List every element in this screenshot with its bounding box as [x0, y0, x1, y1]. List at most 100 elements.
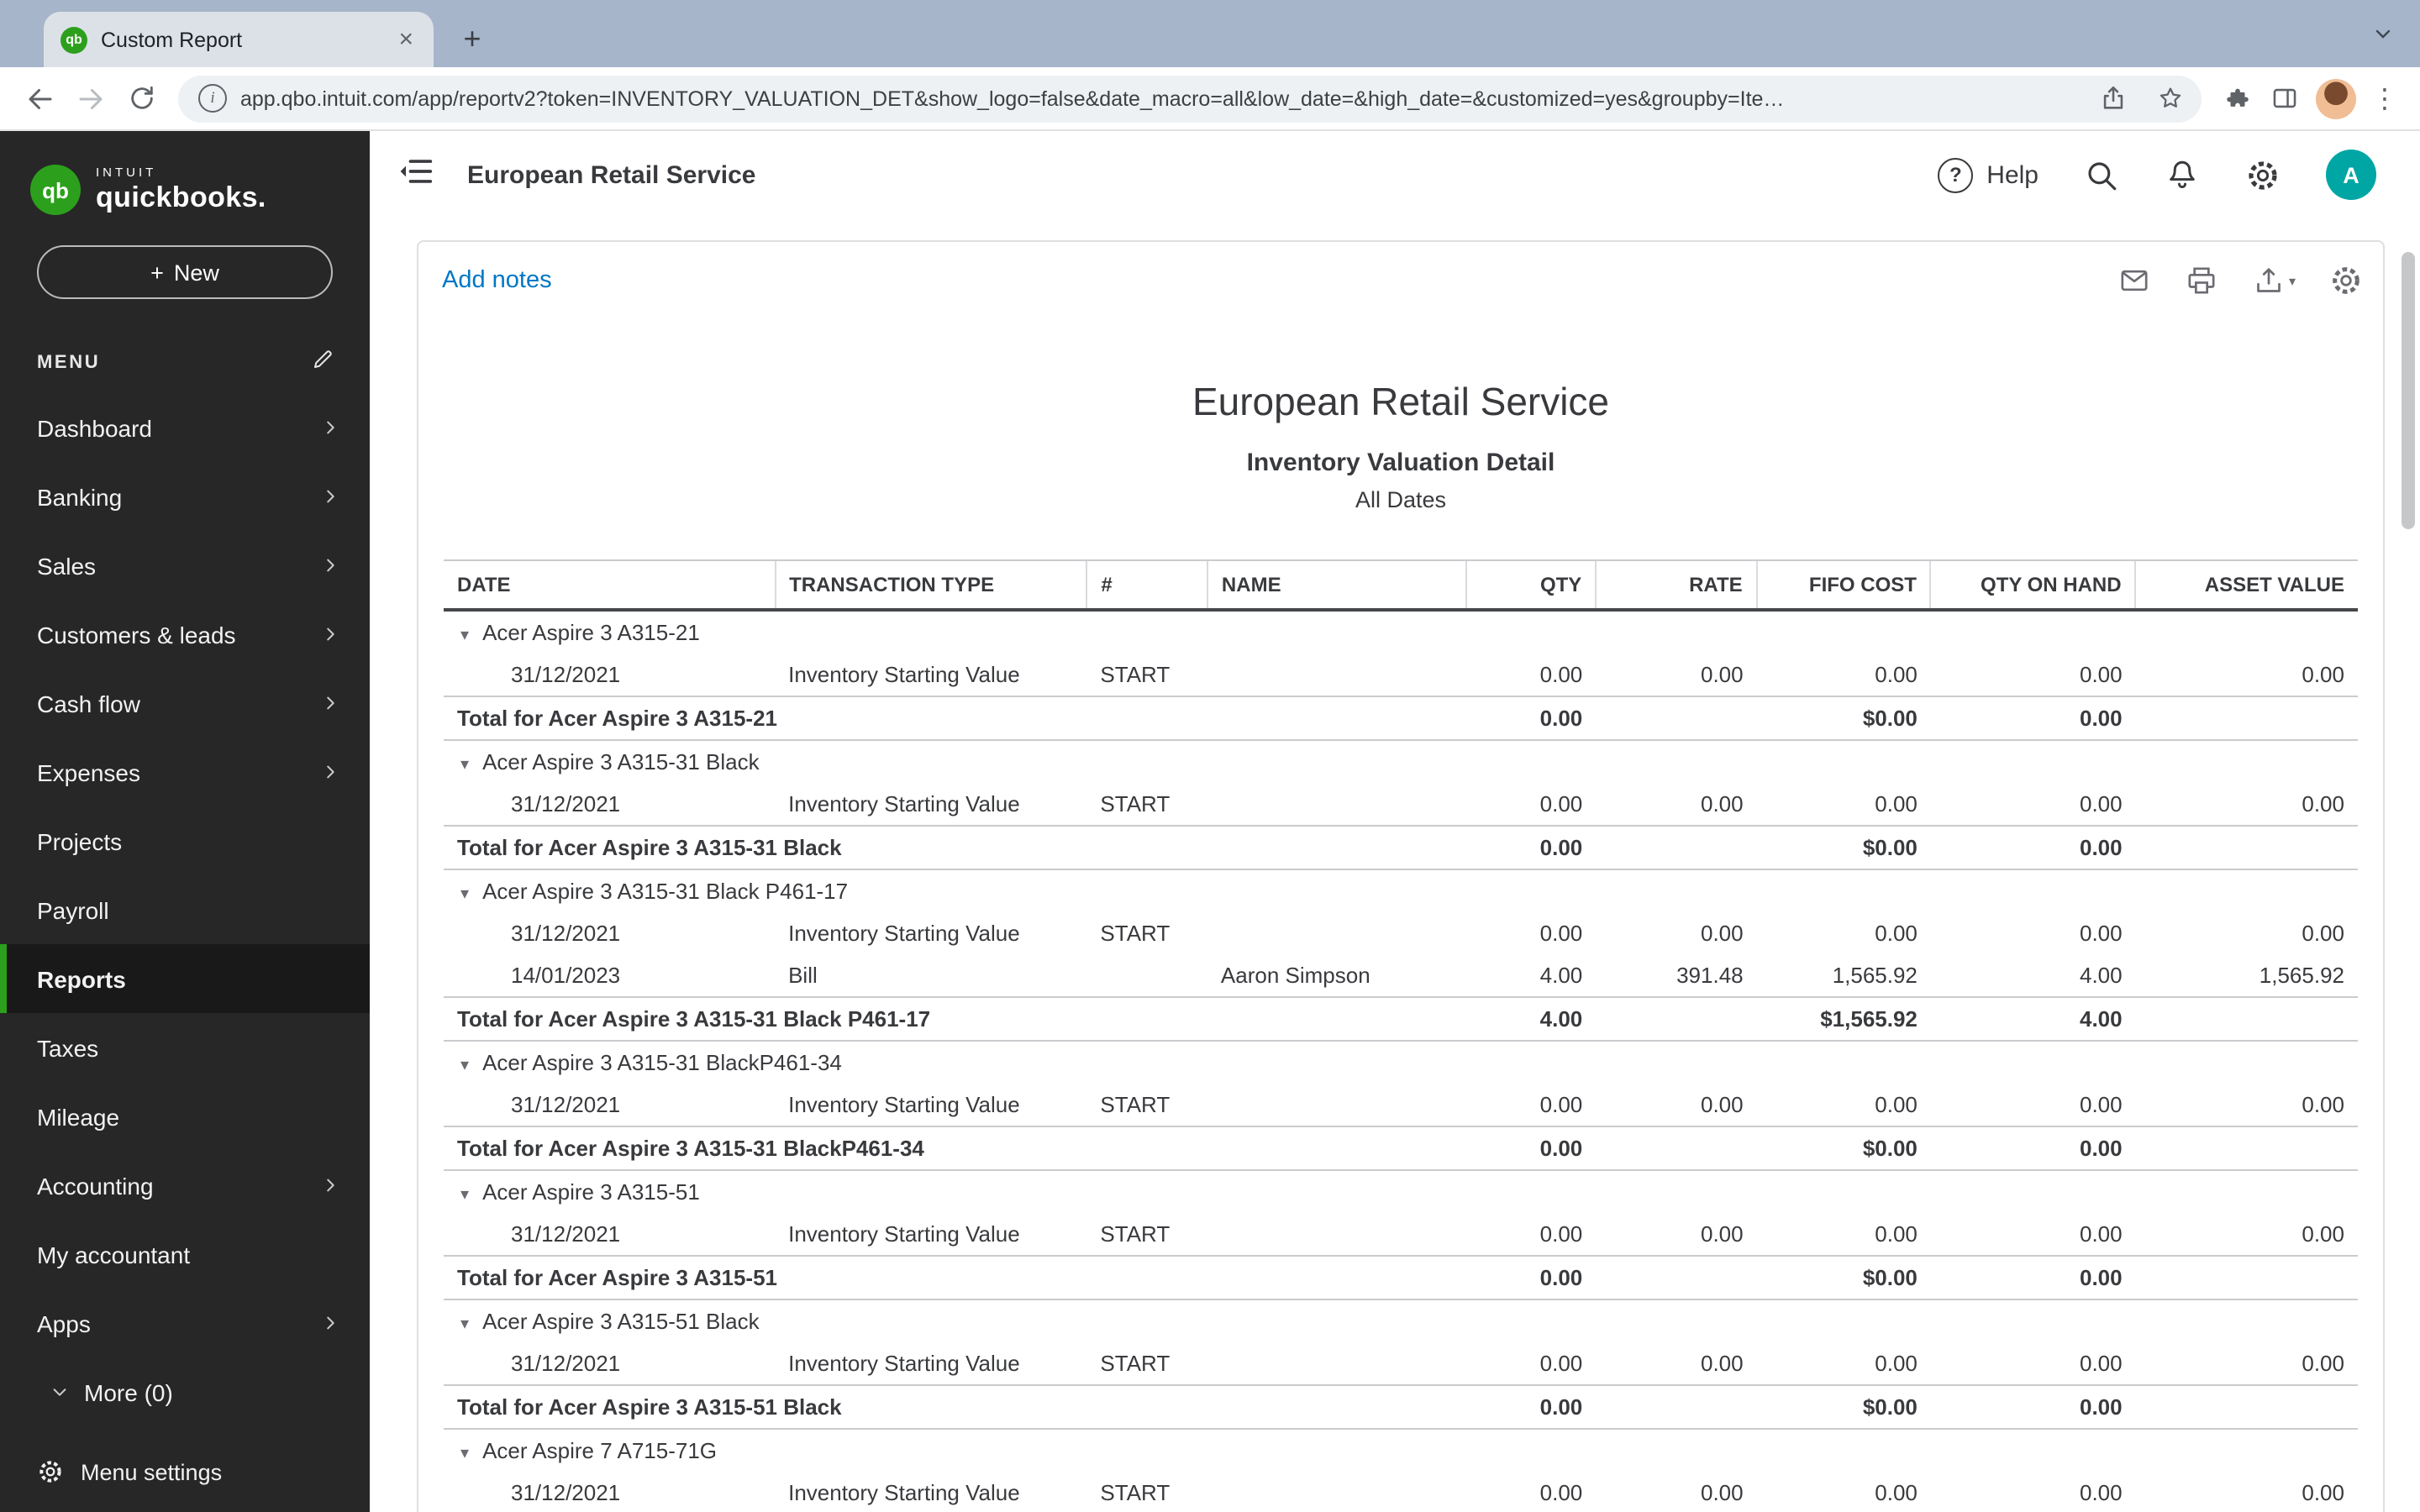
- sidebar-item-projects[interactable]: Projects: [0, 806, 370, 875]
- collapse-triangle-icon[interactable]: ▾: [460, 1057, 469, 1075]
- export-dropdown-caret-icon: ▾: [2288, 273, 2296, 288]
- cell-name: Aaron Simpson: [1220, 963, 1370, 988]
- print-icon[interactable]: [2185, 264, 2218, 297]
- report-subtitle: Inventory Valuation Detail: [1246, 449, 1555, 477]
- extensions-puzzle-icon[interactable]: [2215, 76, 2259, 120]
- report-table-header-row: DATE TRANSACTION TYPE # NAME QTY RATE FIFO COS…: [444, 559, 2358, 612]
- browser-tab[interactable]: qb Custom Report ×: [44, 12, 434, 67]
- group-row[interactable]: ▾ Acer Aspire 3 A315-21: [444, 610, 2358, 654]
- forward-button[interactable]: [67, 75, 114, 122]
- new-button-label: New: [173, 260, 219, 285]
- search-icon[interactable]: [2084, 157, 2119, 192]
- help-button[interactable]: ? Help: [1938, 157, 2039, 192]
- sidebar-item-payroll[interactable]: Payroll: [0, 875, 370, 944]
- refresh-button[interactable]: [118, 75, 165, 122]
- edit-menu-pencil-icon[interactable]: [311, 346, 336, 380]
- menu-settings-button[interactable]: Menu settings: [0, 1458, 370, 1485]
- cell-transaction-type: Inventory Starting Value: [788, 1092, 1020, 1117]
- bookmark-star-icon[interactable]: [2148, 76, 2191, 120]
- export-icon[interactable]: ▾: [2252, 264, 2296, 297]
- cell-num: START: [1100, 1221, 1171, 1247]
- browser-menu-kebab-icon[interactable]: ⋮: [2366, 81, 2403, 115]
- table-row[interactable]: 31/12/2021 Inventory Starting Value START 0…: [444, 912, 2358, 954]
- cell-num: START: [1100, 662, 1171, 687]
- sidebar-item-taxes[interactable]: Taxes: [0, 1013, 370, 1082]
- group-name: Acer Aspire 3 A315-51 Black: [482, 1309, 760, 1334]
- table-row[interactable]: 31/12/2021 Inventory Starting Value START 0…: [444, 654, 2358, 696]
- tab-close-icon[interactable]: ×: [395, 27, 417, 52]
- notifications-bell-icon[interactable]: [2165, 157, 2200, 192]
- group-name: Acer Aspire 3 A315-31 BlackP461-34: [482, 1050, 842, 1075]
- collapse-triangle-icon[interactable]: ▾: [460, 756, 469, 774]
- sidebar-item-my-accountant[interactable]: My accountant: [0, 1220, 370, 1289]
- browser-profile-avatar[interactable]: [2316, 78, 2356, 118]
- group-row[interactable]: ▾ Acer Aspire 3 A315-51 Black: [444, 1299, 2358, 1342]
- table-row[interactable]: 31/12/2021 Inventory Starting Value START 0…: [444, 1342, 2358, 1385]
- tabstrip-chevron-down-icon[interactable]: [2373, 22, 2393, 52]
- new-tab-button[interactable]: +: [450, 17, 494, 60]
- table-row[interactable]: 31/12/2021 Inventory Starting Value START 0…: [444, 1472, 2358, 1512]
- sidebar-item-cash-flow[interactable]: Cash flow: [0, 669, 370, 738]
- total-rate: [1596, 1126, 1757, 1171]
- sidebar-item-accounting[interactable]: Accounting: [0, 1151, 370, 1220]
- collapse-sidebar-icon[interactable]: [397, 152, 434, 197]
- chevron-right-icon: [327, 1316, 334, 1330]
- vertical-scrollbar-thumb[interactable]: [2402, 252, 2415, 529]
- collapse-triangle-icon[interactable]: ▾: [460, 1186, 469, 1205]
- group-row[interactable]: ▾ Acer Aspire 3 A315-31 Black: [444, 740, 2358, 783]
- new-button[interactable]: + New: [37, 245, 333, 299]
- side-panel-icon[interactable]: [2262, 76, 2306, 120]
- quickbooks-logo: qb INTUIT quickbooks.: [0, 131, 370, 215]
- collapse-triangle-icon[interactable]: ▾: [460, 627, 469, 645]
- email-envelope-icon[interactable]: [2118, 264, 2151, 297]
- sidebar-item-dashboard[interactable]: Dashboard: [0, 393, 370, 462]
- sidebar-item-apps[interactable]: Apps: [0, 1289, 370, 1357]
- sidebar-item-customers-leads[interactable]: Customers & leads: [0, 600, 370, 669]
- settings-gear-icon[interactable]: [2245, 157, 2281, 192]
- group-row[interactable]: ▾ Acer Aspire 3 A315-31 Black P461-17: [444, 869, 2358, 912]
- share-icon[interactable]: [2091, 76, 2134, 120]
- total-asset-value: [2135, 825, 2358, 870]
- table-row[interactable]: 31/12/2021 Inventory Starting Value START 0…: [444, 1213, 2358, 1256]
- table-row[interactable]: 31/12/2021 Inventory Starting Value START 0…: [444, 1084, 2358, 1126]
- quickbooks-logo-icon: qb: [30, 165, 81, 215]
- user-avatar[interactable]: A: [2326, 150, 2376, 200]
- group-row[interactable]: ▾ Acer Aspire 7 A715-71G: [444, 1429, 2358, 1472]
- app-window: qb INTUIT quickbooks. + New MENU Dashboa…: [0, 131, 2420, 1512]
- total-fifo-cost: $0.00: [1756, 1384, 1931, 1430]
- table-row[interactable]: 31/12/2021 Inventory Starting Value START 0…: [444, 783, 2358, 826]
- back-button[interactable]: [17, 75, 64, 122]
- total-label: Total for Acer Aspire 3 A315-31 Black P4…: [444, 996, 1466, 1042]
- group-row[interactable]: ▾ Acer Aspire 3 A315-51: [444, 1170, 2358, 1213]
- report-settings-gear-icon[interactable]: [2329, 264, 2363, 297]
- cell-fifo-cost: 0.00: [1875, 1092, 1918, 1117]
- cell-transaction-type: Inventory Starting Value: [788, 1351, 1020, 1376]
- cell-name: [1207, 1472, 1466, 1512]
- table-row[interactable]: 14/01/2023 Bill Aaron Simpson 4.00 391.48 1,5…: [444, 954, 2358, 997]
- total-rate: [1596, 825, 1757, 870]
- cell-transaction-type: Inventory Starting Value: [788, 1480, 1020, 1505]
- sidebar-item-sales[interactable]: Sales: [0, 531, 370, 600]
- total-row: Total for Acer Aspire 3 A315-21 0.00 $0.00…: [444, 696, 2358, 741]
- site-info-icon[interactable]: i: [198, 84, 227, 113]
- cell-qty: 0.00: [1539, 1480, 1583, 1505]
- cell-date: 31/12/2021: [511, 1480, 621, 1505]
- cell-qty: 0.00: [1539, 662, 1583, 687]
- sidebar-item-banking[interactable]: Banking: [0, 462, 370, 531]
- cell-asset-value: 0.00: [2302, 1221, 2344, 1247]
- total-rate: [1596, 1384, 1757, 1430]
- report-table: DATE TRANSACTION TYPE # NAME QTY RATE FIFO COS…: [444, 559, 2358, 1512]
- address-bar[interactable]: i app.qbo.intuit.com/app/reportv2?token=…: [178, 75, 2202, 122]
- group-row[interactable]: ▾ Acer Aspire 3 A315-31 BlackP461-34: [444, 1041, 2358, 1084]
- sidebar-item-label: Reports: [37, 965, 126, 992]
- add-notes-link[interactable]: Add notes: [442, 267, 552, 294]
- sidebar-item-mileage[interactable]: Mileage: [0, 1082, 370, 1151]
- sidebar-item-expenses[interactable]: Expenses: [0, 738, 370, 806]
- collapse-triangle-icon[interactable]: ▾: [460, 1445, 469, 1463]
- sidebar-item-reports[interactable]: Reports: [0, 944, 370, 1013]
- report-card: Add notes ▾ European Retail Service Inve…: [417, 240, 2385, 1512]
- sidebar-item-more[interactable]: More (0): [0, 1357, 370, 1426]
- collapse-triangle-icon[interactable]: ▾: [460, 885, 469, 904]
- cell-date: 31/12/2021: [511, 1351, 621, 1376]
- collapse-triangle-icon[interactable]: ▾: [460, 1315, 469, 1334]
